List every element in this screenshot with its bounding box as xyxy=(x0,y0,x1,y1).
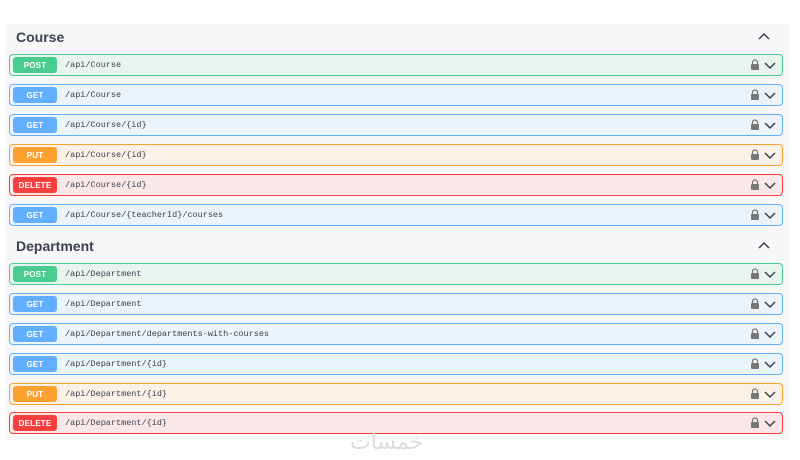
operation-row[interactable]: GET /api/Course/{teacherId}/courses xyxy=(9,204,783,226)
method-badge: DELETE xyxy=(13,177,57,193)
lock-icon[interactable] xyxy=(750,179,760,191)
section-header-course[interactable]: Course xyxy=(6,24,789,50)
lock-icon[interactable] xyxy=(750,417,760,429)
chevron-down-icon[interactable] xyxy=(764,359,776,369)
chevron-up-icon[interactable] xyxy=(757,30,771,44)
lock-icon[interactable] xyxy=(750,149,760,161)
operation-path: /api/Course/{id} xyxy=(65,180,147,190)
section-title: Department xyxy=(16,238,94,254)
method-badge: GET xyxy=(13,117,57,133)
operation-row[interactable]: GET /api/Course xyxy=(9,84,783,106)
lock-icon[interactable] xyxy=(750,358,760,370)
method-badge: PUT xyxy=(13,147,57,163)
operation-path: /api/Department/{id} xyxy=(65,389,168,399)
lock-icon[interactable] xyxy=(750,388,760,400)
operation-path: /api/Department/{id} xyxy=(65,359,168,369)
chevron-down-icon[interactable] xyxy=(764,389,776,399)
method-badge: PUT xyxy=(13,386,57,402)
chevron-down-icon[interactable] xyxy=(764,150,776,160)
operation-row[interactable]: DELETE /api/Course/{id} xyxy=(9,174,783,196)
operation-path: /api/Department xyxy=(65,299,142,309)
method-badge: GET xyxy=(13,296,57,312)
operation-row[interactable]: GET /api/Department/{id} xyxy=(9,353,783,375)
operation-row[interactable]: GET /api/Department xyxy=(9,293,783,315)
operation-row[interactable]: POST /api/Course xyxy=(9,54,783,76)
operation-path: /api/Course xyxy=(65,90,122,100)
chevron-down-icon[interactable] xyxy=(764,60,776,70)
method-badge: POST xyxy=(13,266,57,282)
operation-row[interactable]: GET /api/Course/{id} xyxy=(9,114,783,136)
operation-path: /api/Course/{id} xyxy=(65,120,147,130)
chevron-down-icon[interactable] xyxy=(764,329,776,339)
lock-icon[interactable] xyxy=(750,268,760,280)
operation-path: /api/Course/{teacherId}/courses xyxy=(65,210,224,220)
lock-icon[interactable] xyxy=(750,59,760,71)
lock-icon[interactable] xyxy=(750,328,760,340)
operation-row[interactable]: PUT /api/Department/{id} xyxy=(9,383,783,405)
chevron-down-icon[interactable] xyxy=(764,210,776,220)
lock-icon[interactable] xyxy=(750,298,760,310)
operation-row[interactable]: GET /api/Department/departments-with-cou… xyxy=(9,323,783,345)
chevron-up-icon[interactable] xyxy=(757,239,771,253)
section-header-department[interactable]: Department xyxy=(6,233,789,259)
chevron-down-icon[interactable] xyxy=(764,120,776,130)
lock-icon[interactable] xyxy=(750,119,760,131)
chevron-down-icon[interactable] xyxy=(764,180,776,190)
operation-path: /api/Department/departments-with-courses xyxy=(65,329,270,339)
method-badge: GET xyxy=(13,207,57,223)
method-badge: GET xyxy=(13,356,57,372)
method-badge: GET xyxy=(13,326,57,342)
operation-row[interactable]: PUT /api/Course/{id} xyxy=(9,144,783,166)
chevron-down-icon[interactable] xyxy=(764,418,776,428)
method-badge: GET xyxy=(13,87,57,103)
operation-path: /api/Course xyxy=(65,60,122,70)
operation-path: /api/Course/{id} xyxy=(65,150,147,160)
chevron-down-icon[interactable] xyxy=(764,269,776,279)
operation-row[interactable]: POST /api/Department xyxy=(9,263,783,285)
section-title: Course xyxy=(16,29,65,45)
watermark: خمسات xyxy=(350,430,424,455)
chevron-down-icon[interactable] xyxy=(764,90,776,100)
chevron-down-icon[interactable] xyxy=(764,299,776,309)
method-badge: DELETE xyxy=(13,415,57,431)
lock-icon[interactable] xyxy=(750,89,760,101)
operation-path: /api/Department/{id} xyxy=(65,418,168,428)
operation-path: /api/Department xyxy=(65,269,142,279)
method-badge: POST xyxy=(13,57,57,73)
lock-icon[interactable] xyxy=(750,209,760,221)
